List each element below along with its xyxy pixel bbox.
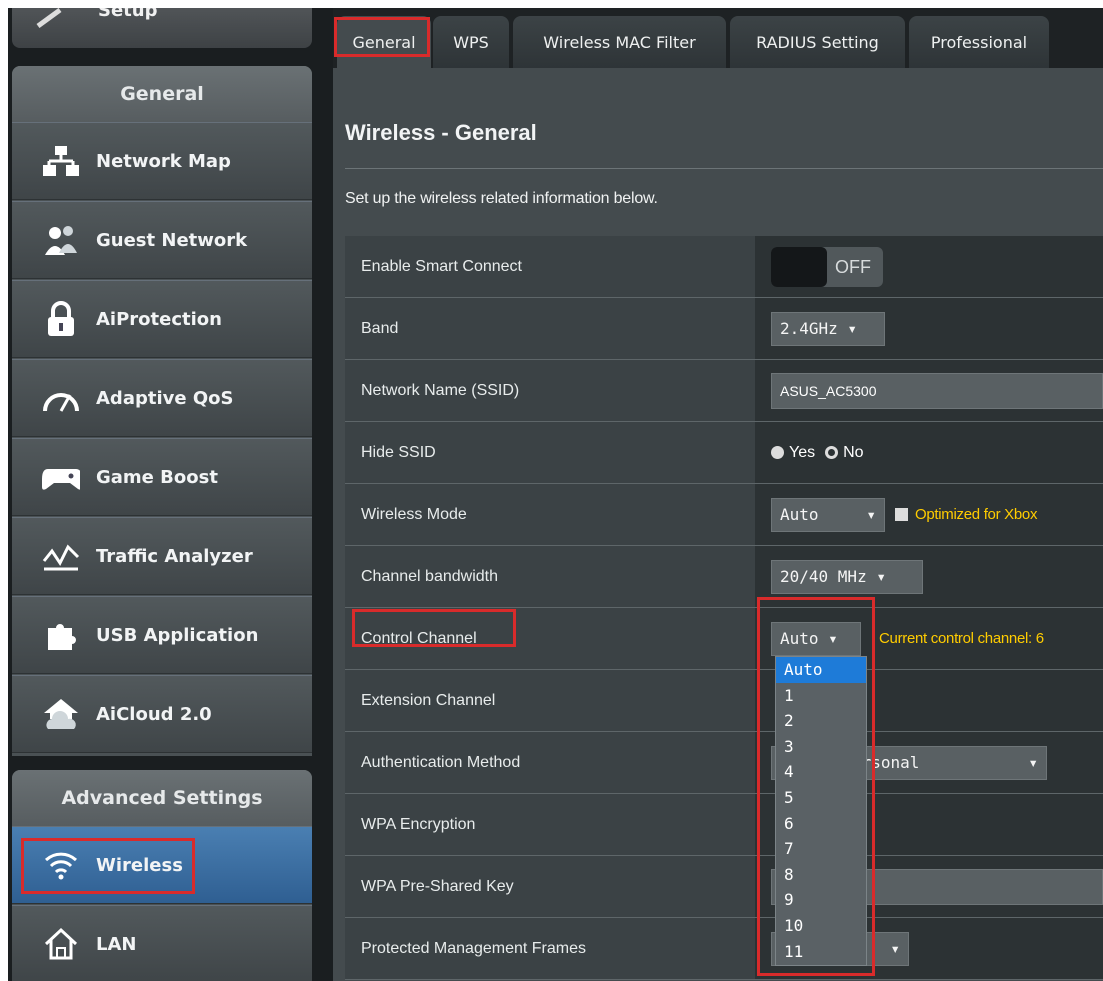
tab-professional[interactable]: Professional: [909, 16, 1049, 68]
tab-wireless-mac-filter[interactable]: Wireless MAC Filter: [513, 16, 726, 68]
row-smart-connect: Enable Smart Connect OFF: [345, 236, 1103, 298]
sidebar-item-lan[interactable]: LAN: [12, 905, 312, 981]
row-label: Hide SSID: [345, 422, 755, 483]
row-label: Control Channel: [361, 629, 477, 647]
control-channel-select[interactable]: Auto ▾: [771, 621, 861, 656]
tab-bar: General WPS Wireless MAC Filter RADIUS S…: [333, 8, 1103, 68]
main-panel: General WPS Wireless MAC Filter RADIUS S…: [333, 8, 1103, 981]
sidebar-item-usb-application[interactable]: USB Application: [12, 596, 312, 674]
sidebar: Setup General Network Map Guest Network …: [8, 8, 320, 981]
row-hide-ssid: Hide SSID Yes No: [345, 422, 1103, 484]
gamepad-icon: [42, 458, 80, 496]
speedometer-icon: [42, 379, 80, 417]
sidebar-item-game-boost[interactable]: Game Boost: [12, 438, 312, 516]
sidebar-item-wireless[interactable]: Wireless: [12, 826, 312, 904]
sidebar-item-guest-network[interactable]: Guest Network: [12, 201, 312, 279]
row-label: Authentication Method: [345, 732, 755, 793]
traffic-chart-icon: [42, 537, 80, 575]
sidebar-item-label: AiProtection: [96, 308, 222, 330]
advanced-section-header: Advanced Settings: [12, 770, 312, 826]
lock-icon: [42, 300, 80, 338]
sidebar-item-label: AiCloud 2.0: [96, 703, 212, 725]
row-label: WPA Pre-Shared Key: [345, 856, 755, 917]
row-wireless-mode: Wireless Mode Auto ▾ Optimized for Xbox: [345, 484, 1103, 546]
sidebar-item-label: Wireless: [96, 854, 183, 876]
row-ssid: Network Name (SSID) ASUS_AC5300: [345, 360, 1103, 422]
tab-general[interactable]: General: [337, 16, 431, 68]
network-map-icon: [42, 142, 80, 180]
wireless-mode-select[interactable]: Auto ▾: [771, 497, 885, 532]
hide-ssid-yes-radio[interactable]: [771, 446, 784, 459]
row-band: Band 2.4GHz ▾: [345, 298, 1103, 360]
channel-option[interactable]: 11: [776, 939, 866, 965]
radio-label: No: [843, 443, 864, 461]
sidebar-item-label: Adaptive QoS: [96, 387, 234, 409]
channel-option[interactable]: 10: [776, 913, 866, 939]
ssid-input[interactable]: ASUS_AC5300: [771, 372, 1103, 409]
general-section-header: General: [12, 66, 312, 122]
sidebar-item-label: Network Map: [96, 150, 231, 172]
wand-icon: [36, 8, 62, 28]
cloud-home-icon: [42, 695, 80, 733]
wifi-icon: [42, 846, 80, 884]
sidebar-item-setup[interactable]: Setup: [12, 8, 312, 48]
tab-radius-setting[interactable]: RADIUS Setting: [730, 16, 905, 68]
sidebar-item-label: Traffic Analyzer: [96, 545, 253, 567]
content-area: Wireless - General Set up the wireless r…: [333, 68, 1103, 981]
row-label: Wireless Mode: [345, 484, 755, 545]
channel-option[interactable]: 3: [776, 734, 866, 760]
sidebar-item-traffic-analyzer[interactable]: Traffic Analyzer: [12, 517, 312, 595]
row-wpa-encryption: WPA Encryption: [345, 794, 1103, 856]
router-admin-frame: Setup General Network Map Guest Network …: [8, 8, 1103, 981]
control-channel-dropdown[interactable]: Auto 1 2 3 4 5 6 7 8 9 10 11: [775, 656, 867, 966]
row-channel-bandwidth: Channel bandwidth 20/40 MHz ▾: [345, 546, 1103, 608]
xbox-checkbox[interactable]: [895, 508, 908, 521]
channel-option[interactable]: 2: [776, 708, 866, 734]
sidebar-item-label: LAN: [96, 933, 137, 955]
channel-option[interactable]: 6: [776, 811, 866, 837]
page-description: Set up the wireless related information …: [345, 190, 658, 207]
channel-option[interactable]: 7: [776, 836, 866, 862]
row-label: Enable Smart Connect: [345, 236, 755, 297]
row-label: Band: [345, 298, 755, 359]
row-label: Protected Management Frames: [345, 918, 755, 979]
sidebar-item-adaptive-qos[interactable]: Adaptive QoS: [12, 359, 312, 437]
row-extension-channel: Extension Channel: [345, 670, 1103, 732]
sidebar-item-label: USB Application: [96, 624, 259, 646]
channel-option[interactable]: 9: [776, 887, 866, 913]
channel-option[interactable]: 1: [776, 683, 866, 709]
sidebar-item-network-map[interactable]: Network Map: [12, 122, 312, 200]
home-icon: [42, 925, 80, 963]
page-title: Wireless - General: [345, 120, 537, 145]
row-label: Network Name (SSID): [345, 360, 755, 421]
row-pmf: Protected Management Frames e▾: [345, 918, 1103, 980]
row-control-channel: Control Channel Auto ▾ Current control c…: [345, 608, 1103, 670]
sidebar-item-label: Setup: [98, 8, 158, 21]
row-label: Channel bandwidth: [345, 546, 755, 607]
xbox-label: Optimized for Xbox: [915, 506, 1038, 523]
sidebar-item-aicloud[interactable]: AiCloud 2.0: [12, 675, 312, 753]
channel-option[interactable]: 8: [776, 862, 866, 888]
radio-label: Yes: [789, 443, 816, 461]
row-wpa-key: WPA Pre-Shared Key 8: [345, 856, 1103, 918]
row-label: WPA Encryption: [345, 794, 755, 855]
channel-option[interactable]: 4: [776, 759, 866, 785]
title-divider: [345, 168, 1103, 169]
channel-option[interactable]: 5: [776, 785, 866, 811]
sidebar-item-aiprotection[interactable]: AiProtection: [12, 280, 312, 358]
hide-ssid-no-radio[interactable]: [825, 446, 839, 459]
smart-connect-toggle[interactable]: OFF: [771, 246, 883, 287]
tab-wps[interactable]: WPS: [433, 16, 509, 68]
current-channel-text: Current control channel: 6: [879, 630, 1044, 647]
guest-network-icon: [42, 221, 80, 259]
puzzle-icon: [42, 616, 80, 654]
sidebar-item-label: Game Boost: [96, 466, 218, 488]
channel-option[interactable]: Auto: [776, 657, 866, 683]
bandwidth-select[interactable]: 20/40 MHz ▾: [771, 559, 923, 594]
row-label: Extension Channel: [345, 670, 755, 731]
sidebar-item-label: Guest Network: [96, 229, 248, 251]
row-auth-method: Authentication Method ersonal ▾: [345, 732, 1103, 794]
band-select[interactable]: 2.4GHz ▾: [771, 311, 885, 346]
